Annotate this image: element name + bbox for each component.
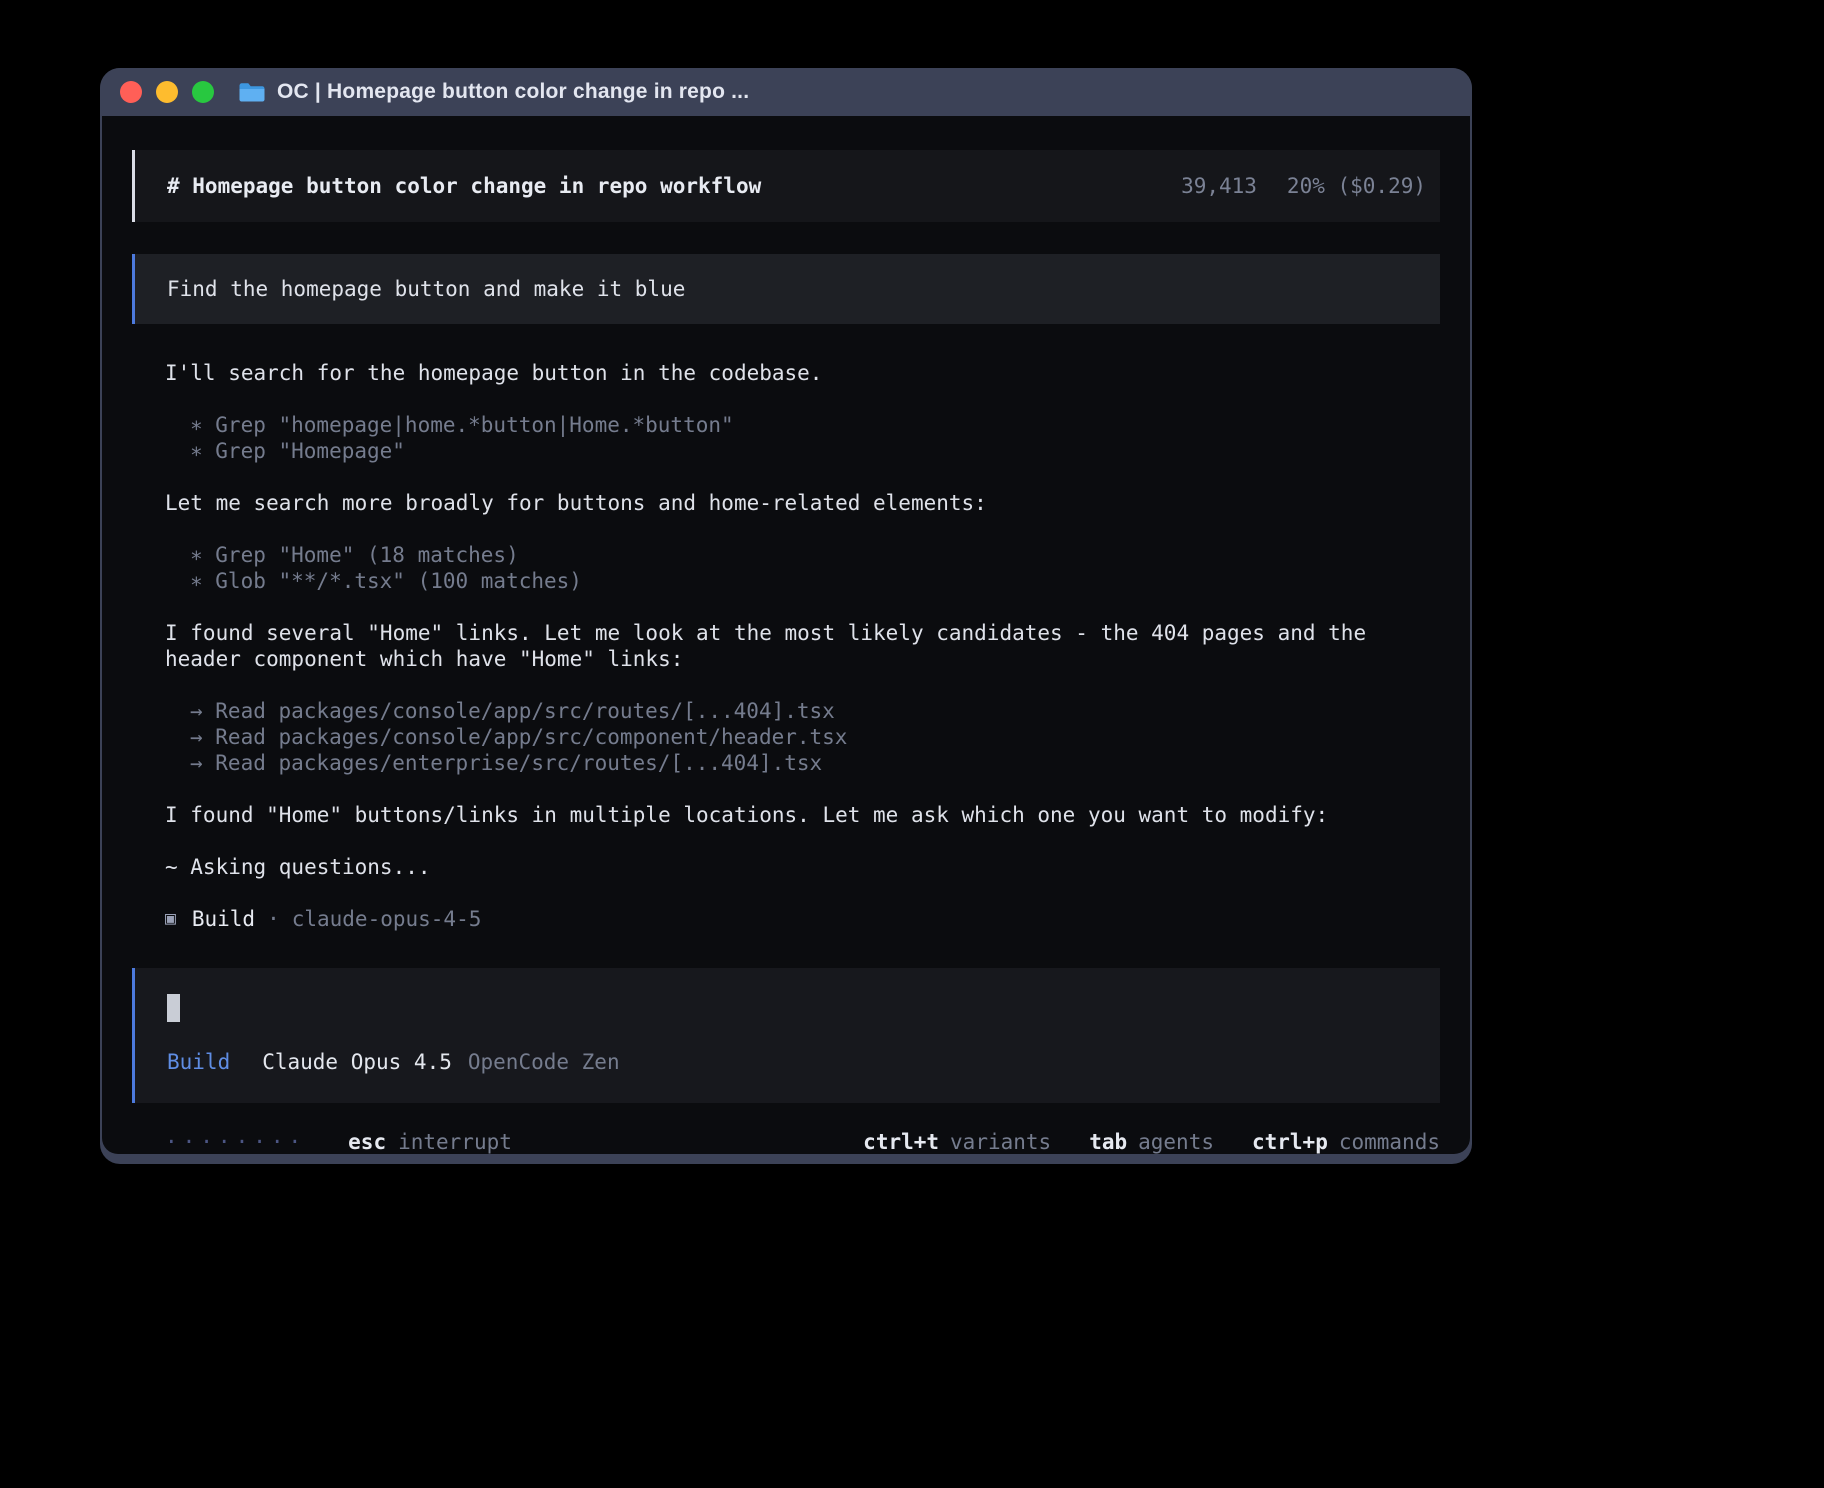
tool-call-grep: ∗ Grep "Homepage"	[165, 438, 1440, 464]
spinner-dots: ········	[165, 1129, 306, 1154]
zoom-button[interactable]	[192, 81, 214, 103]
status-bar: ········ esc interrupt ctrl+t variants t…	[132, 1129, 1440, 1154]
session-header: # Homepage button color change in repo w…	[132, 150, 1440, 222]
window-titlebar[interactable]: OC | Homepage button color change in rep…	[100, 68, 1472, 116]
session-title: # Homepage button color change in repo w…	[167, 173, 761, 199]
tool-call-read: → Read packages/enterprise/src/routes/[.…	[165, 750, 1440, 776]
input-meta-row: Build Claude Opus 4.5 OpenCode Zen	[167, 1049, 1408, 1075]
folder-icon	[238, 81, 265, 103]
status-right: ctrl+t variants tab agents ctrl+p comman…	[863, 1129, 1440, 1154]
tool-call-grep: ∗ Grep "homepage|home.*button|Home.*butt…	[165, 412, 1440, 438]
shortcut-label: variants	[950, 1129, 1051, 1154]
tool-call-grep: ∗ Grep "Home" (18 matches)	[165, 542, 1440, 568]
agent-separator-dot: ·	[267, 906, 280, 932]
tool-call-read: → Read packages/console/app/src/routes/[…	[165, 698, 1440, 724]
shortcut-label: commands	[1339, 1129, 1440, 1154]
close-button[interactable]	[120, 81, 142, 103]
context-usage: 20% ($0.29)	[1287, 173, 1426, 199]
assistant-text: I found "Home" buttons/links in multiple…	[165, 802, 1440, 828]
prompt-input[interactable]: Build Claude Opus 4.5 OpenCode Zen	[132, 968, 1440, 1103]
shortcut-commands: ctrl+p commands	[1252, 1129, 1440, 1154]
terminal-content: # Homepage button color change in repo w…	[102, 116, 1470, 1154]
assistant-transcript: I'll search for the homepage button in t…	[132, 360, 1440, 932]
shortcut-agents: tab agents	[1089, 1129, 1214, 1154]
agent-mode-label: Build	[167, 1049, 230, 1075]
tool-call-glob: ∗ Glob "**/*.tsx" (100 matches)	[165, 568, 1440, 594]
tool-call-read: → Read packages/console/app/src/componen…	[165, 724, 1440, 750]
user-message: Find the homepage button and make it blu…	[132, 254, 1440, 324]
session-stats: 39,413 20% ($0.29)	[1181, 173, 1426, 199]
assistant-text: Let me search more broadly for buttons a…	[165, 490, 1440, 516]
shortcut-label: agents	[1138, 1129, 1214, 1154]
asking-questions-status: ~ Asking questions...	[165, 854, 1440, 880]
shortcut-key: ctrl+p	[1252, 1129, 1328, 1154]
agent-task-row: ▣ Build · claude-opus-4-5	[165, 906, 1440, 932]
agent-name: Build	[192, 906, 255, 932]
esc-label: interrupt	[398, 1129, 512, 1154]
agent-icon: ▣	[165, 906, 176, 932]
text-cursor	[167, 994, 180, 1022]
window-title: OC | Homepage button color change in rep…	[277, 80, 749, 104]
assistant-text: I'll search for the homepage button in t…	[165, 360, 1440, 386]
assistant-text: I found several "Home" links. Let me loo…	[165, 620, 1440, 672]
status-left: ········ esc interrupt	[165, 1129, 512, 1154]
minimize-button[interactable]	[156, 81, 178, 103]
shortcut-key: tab	[1089, 1129, 1127, 1154]
shortcut-variants: ctrl+t variants	[863, 1129, 1051, 1154]
model-label: Claude Opus 4.5	[262, 1049, 452, 1075]
agent-model: claude-opus-4-5	[292, 906, 482, 932]
esc-key-hint: esc	[348, 1129, 386, 1154]
terminal-window: OC | Homepage button color change in rep…	[100, 68, 1472, 1164]
token-count: 39,413	[1181, 173, 1257, 199]
traffic-lights	[120, 81, 214, 103]
user-message-text: Find the homepage button and make it blu…	[167, 277, 685, 301]
provider-label: OpenCode Zen	[468, 1049, 620, 1075]
shortcut-key: ctrl+t	[863, 1129, 939, 1154]
